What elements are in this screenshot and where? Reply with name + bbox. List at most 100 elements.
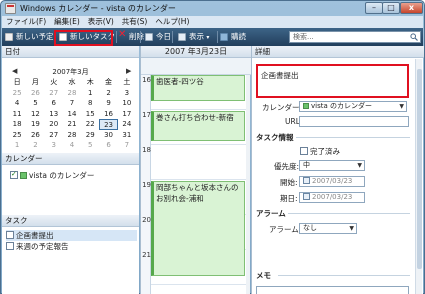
day-cell[interactable]: 26 [26,130,44,141]
new-task-button[interactable]: 新しいタスク [59,30,115,44]
day-cell[interactable]: 5 [81,140,99,151]
day-cell[interactable]: 25 [8,130,26,141]
memo-field[interactable] [256,286,409,294]
day-cell[interactable]: 12 [26,109,44,120]
appointment-block[interactable]: 岡部ちゃんと坂本さんのお別れ会-浦和 [151,181,245,276]
day-cell[interactable]: 21 [63,119,81,130]
hour-label: 20 [142,216,151,224]
today-label: 今日 [156,32,171,41]
subscribe-button[interactable]: 購読 [220,30,246,44]
week-row: 4 5 6 7 8 9 10 [8,98,136,109]
day-cell[interactable]: 15 [81,109,99,120]
day-cell[interactable]: 2 [99,88,117,99]
day-cell[interactable]: 16 [99,109,117,120]
day-scrollbar[interactable] [246,75,250,294]
new-appointment-icon [5,33,13,41]
week-row: 1 2 3 4 5 6 7 [8,140,136,151]
day-cell[interactable]: 27 [45,130,63,141]
day-cell[interactable]: 30 [99,130,117,141]
weekday-label: 土 [123,78,131,86]
appointment-block[interactable]: 歯医者-四ツ谷 [151,75,245,101]
day-cell[interactable]: 28 [63,88,81,99]
url-field[interactable] [299,116,409,127]
day-cell[interactable]: 1 [81,88,99,99]
all-day-area[interactable] [141,58,251,75]
day-cell[interactable]: 7 [63,98,81,109]
day-view: 2007 年3月23日 16 17 18 19 20 21 歯医者-四ツ谷 巻さ… [140,46,251,294]
selected-day-cell[interactable]: 23 [99,119,118,130]
day-cell[interactable]: 6 [45,98,63,109]
view-button[interactable]: 表示 ▾ [178,30,209,44]
menu-help[interactable]: ヘルプ(H) [151,16,193,28]
menu-view[interactable]: 表示(V) [84,16,118,28]
menu-edit[interactable]: 編集(E) [50,16,84,28]
day-cell[interactable]: 31 [118,130,136,141]
detail-scrollbar[interactable] [415,59,422,294]
appointment-block[interactable]: 巻さん打ち合わせ-新宿 [151,111,245,141]
detail-pane: 詳細 企画書提出 カレンダー: vista のカレンダー ▼ URL: タスク情… [251,46,424,294]
day-cell[interactable]: 25 [8,88,26,99]
weekday-row: 日 月 火 水 木 金 土 [8,77,136,88]
task-title-field[interactable]: 企画書提出 [256,64,409,98]
day-cell[interactable]: 6 [99,140,117,151]
task-item[interactable]: 企画書提出 [6,230,137,241]
completed-option[interactable]: 完了済み [300,146,340,157]
hour-divider [151,144,247,145]
maximize-button[interactable]: □ [382,2,400,14]
day-cell[interactable]: 29 [81,130,99,141]
day-cell[interactable]: 4 [63,140,81,151]
menu-share[interactable]: 共有(S) [118,16,152,28]
day-cell[interactable]: 27 [45,88,63,99]
day-cell[interactable]: 3 [118,88,136,99]
day-cell[interactable]: 8 [81,98,99,109]
calendar-field-label: カレンダー: [262,103,303,112]
alarm-select[interactable]: なし ▼ [299,223,357,234]
day-cell[interactable]: 26 [26,88,44,99]
task-checkbox[interactable] [6,231,14,239]
day-cell[interactable]: 3 [45,140,63,151]
search-input[interactable]: 検索... [289,31,421,43]
day-cell[interactable]: 22 [81,119,99,130]
calendar-list-item[interactable]: vista のカレンダー [10,170,94,181]
day-cell[interactable]: 24 [118,119,136,130]
close-button[interactable]: x [400,2,423,14]
tasks-header: タスク [2,215,139,227]
day-cell[interactable]: 9 [99,98,117,109]
search-icon[interactable] [410,33,418,41]
task-checkbox[interactable] [6,242,14,250]
toolbar-separator [140,31,141,43]
scrollbar-thumb[interactable] [417,69,422,269]
day-cell[interactable]: 4 [8,98,26,109]
month-label: 2007年3月 [52,68,89,76]
window-title: Windows カレンダー - vista のカレンダー [20,4,176,13]
day-cell[interactable]: 5 [26,98,44,109]
day-cell[interactable]: 28 [63,130,81,141]
day-cell[interactable]: 11 [8,109,26,120]
completed-checkbox[interactable] [300,147,308,155]
start-date-field[interactable]: 2007/03/23 [299,176,365,187]
minimize-button[interactable]: – [365,2,383,14]
section-divider [288,213,410,214]
day-cell[interactable]: 19 [26,119,44,130]
day-cell[interactable]: 14 [63,109,81,120]
calendar-checkbox[interactable] [10,170,18,179]
day-cell[interactable]: 13 [45,109,63,120]
menu-file[interactable]: ファイル(F) [2,16,50,28]
day-cell[interactable]: 17 [118,109,136,120]
day-cell[interactable]: 10 [118,98,136,109]
day-cell[interactable]: 1 [8,140,26,151]
new-task-label: 新しいタスク [70,32,115,41]
subscribe-icon [220,33,228,41]
priority-select[interactable]: 中 ▼ [299,160,365,171]
calendar-select[interactable]: vista のカレンダー ▼ [299,101,407,112]
day-cell[interactable]: 18 [8,119,26,130]
task-item[interactable]: 来週の予定報告 [6,241,69,252]
next-month-button[interactable]: ▶ [126,67,131,75]
day-cell[interactable]: 7 [118,140,136,151]
due-date-field[interactable]: 2007/03/23 [299,192,365,203]
today-button[interactable]: 今日 [145,30,171,44]
day-cell[interactable]: 20 [45,119,63,130]
new-appointment-button[interactable]: 新しい予定 [5,30,54,44]
day-cell[interactable]: 2 [26,140,44,151]
alarm-label: アラーム: [269,225,302,234]
